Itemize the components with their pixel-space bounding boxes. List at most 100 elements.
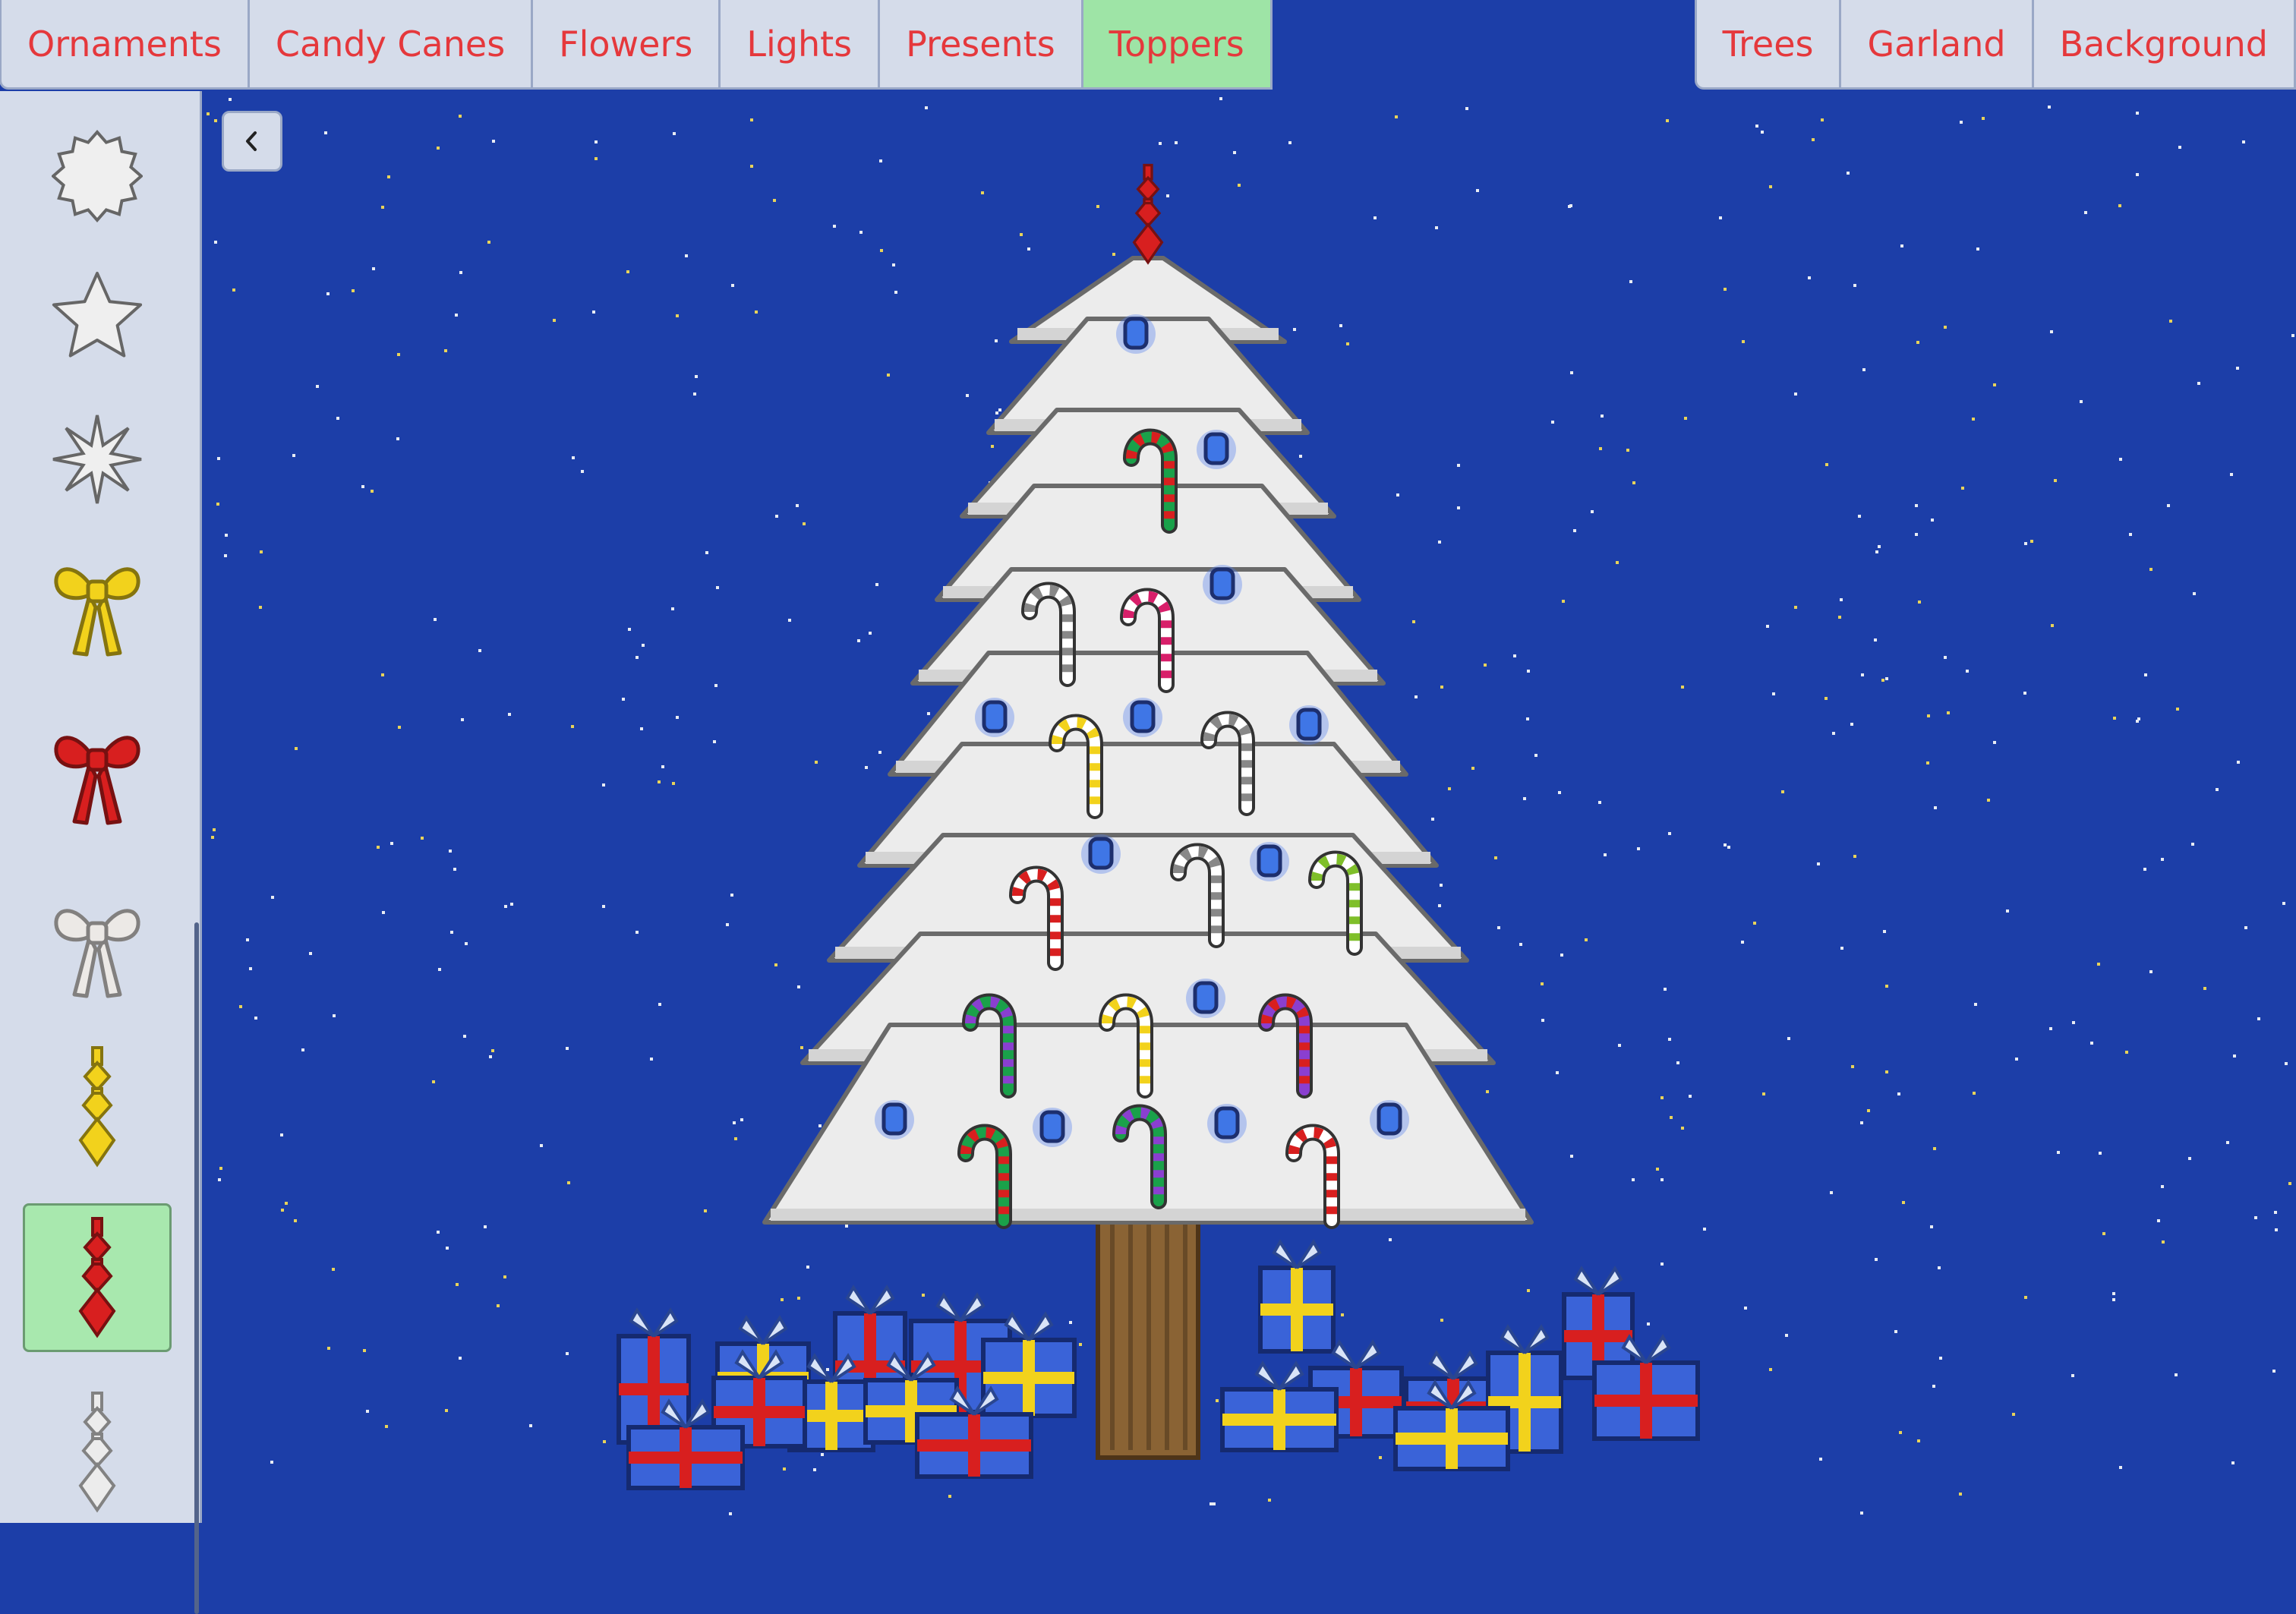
blue-light-bulb[interactable] [1088, 837, 1114, 870]
snow-dot [456, 1283, 459, 1286]
blue-light-bulb[interactable] [1257, 844, 1282, 878]
palette-item-2[interactable] [23, 243, 172, 392]
blue-light-bulb[interactable] [1377, 1102, 1402, 1136]
snow-dot [1987, 799, 1990, 802]
tab-garland[interactable]: Garland [1839, 0, 2034, 90]
snow-dot [1471, 767, 1474, 770]
tab-flowers[interactable]: Flowers [531, 0, 721, 90]
snow-dot [1938, 1266, 1941, 1269]
snow-dot [491, 1049, 494, 1052]
tab-background[interactable]: Background [2031, 0, 2296, 90]
snow-dot [270, 1461, 273, 1464]
snow-dot [774, 963, 777, 966]
snow-dot [459, 271, 462, 274]
snow-dot [216, 503, 219, 506]
snow-dot [461, 718, 464, 721]
snow-dot [806, 1266, 809, 1269]
snow-dot [1396, 493, 1399, 496]
blue-light-bulb[interactable] [1039, 1110, 1065, 1143]
palette-item-6[interactable] [23, 867, 172, 1016]
snow-dot [566, 1047, 569, 1050]
blue-light-bulb[interactable] [1203, 432, 1229, 465]
blue-light-bulb[interactable] [1130, 700, 1156, 733]
snow-dot [1389, 1238, 1392, 1241]
tab-trees[interactable]: Trees [1694, 0, 1842, 90]
snow-dot [1457, 464, 1460, 467]
snow-dot [2149, 568, 2152, 571]
snow-dot [2191, 843, 2194, 846]
trunk-grain [1110, 1222, 1115, 1450]
tab-presents[interactable]: Presents [878, 0, 1083, 90]
snow-dot [1438, 541, 1441, 544]
tab-toppers[interactable]: Toppers [1080, 0, 1273, 90]
snow-dot [714, 684, 718, 687]
snow-dot [1438, 904, 1441, 907]
snow-dot [239, 1005, 242, 1008]
palette-scrollbar[interactable] [194, 922, 199, 1614]
snow-dot [2285, 1062, 2288, 1065]
yellow-bow-topper-icon [54, 567, 140, 657]
blue-light-bulb[interactable] [1296, 708, 1322, 741]
snow-dot [1825, 463, 1828, 466]
snow-dot [2257, 1017, 2260, 1020]
snow-dot [1847, 172, 1850, 175]
snow-dot [1527, 1289, 1530, 1292]
palette-item-9[interactable] [23, 1378, 172, 1527]
palette-item-7[interactable] [23, 1032, 172, 1181]
snow-dot [1598, 801, 1601, 804]
snow-dot [1875, 550, 1878, 553]
blue-light-bulb[interactable] [1193, 981, 1219, 1014]
tree-canvas[interactable] [0, 0, 2296, 1523]
snow-dot [1216, 1399, 1219, 1402]
blue-light-bulb[interactable] [882, 1102, 907, 1136]
snow-dot [295, 747, 298, 750]
snow-dot [788, 619, 791, 622]
snow-dot [219, 1167, 222, 1170]
snow-dot [734, 1137, 737, 1140]
snow-dot [2112, 1298, 2115, 1301]
snow-dot [2024, 1296, 2027, 1299]
snow-dot [750, 118, 753, 121]
snow-dot [571, 725, 574, 728]
snow-dot [1632, 481, 1635, 484]
blue-light-bulb[interactable] [1214, 1106, 1240, 1140]
palette-item-5[interactable] [23, 694, 172, 843]
snow-dot [581, 470, 584, 473]
palette-item-8[interactable] [23, 1203, 172, 1352]
collapse-sidebar-button[interactable] [222, 111, 282, 172]
palette-item-1[interactable] [23, 102, 172, 251]
blue-light-bulb[interactable] [1123, 317, 1149, 350]
snow-dot [292, 454, 295, 457]
snow-dot [658, 780, 661, 783]
snow-dot [271, 896, 274, 899]
snow-dot [1431, 818, 1434, 821]
topper-palette[interactable] [0, 91, 202, 1614]
snow-dot [1604, 853, 1607, 856]
tab-lights[interactable]: Lights [718, 0, 881, 90]
tab-candy-canes[interactable]: Candy Canes [247, 0, 534, 90]
present-ribbon [1564, 1330, 1632, 1342]
palette-item-4[interactable] [23, 525, 172, 674]
snow-dot [224, 554, 227, 557]
snow-dot [1874, 638, 1877, 642]
snow-dot [492, 140, 495, 143]
snow-dot [1096, 205, 1099, 208]
tab-ornaments[interactable]: Ornaments [0, 0, 250, 90]
chevron-left-icon [246, 131, 257, 151]
snow-dot [1440, 686, 1443, 689]
snow-dot [363, 1349, 366, 1352]
snow-dot [796, 504, 799, 507]
snow-dot [1440, 1319, 1443, 1322]
snow-dot [2226, 1141, 2229, 1144]
snow-dot [2090, 1042, 2093, 1045]
blue-light-bulb[interactable] [1210, 567, 1235, 601]
snow-dot [2136, 173, 2139, 176]
blue-light-bulb[interactable] [982, 700, 1008, 733]
snow-dot [361, 485, 364, 488]
snow-dot [1918, 601, 1921, 604]
palette-item-3[interactable] [23, 385, 172, 534]
snow-dot [1897, 1092, 1900, 1095]
snow-dot [566, 1352, 569, 1355]
snow-dot [1838, 616, 1841, 619]
snow-dot [2236, 367, 2239, 370]
